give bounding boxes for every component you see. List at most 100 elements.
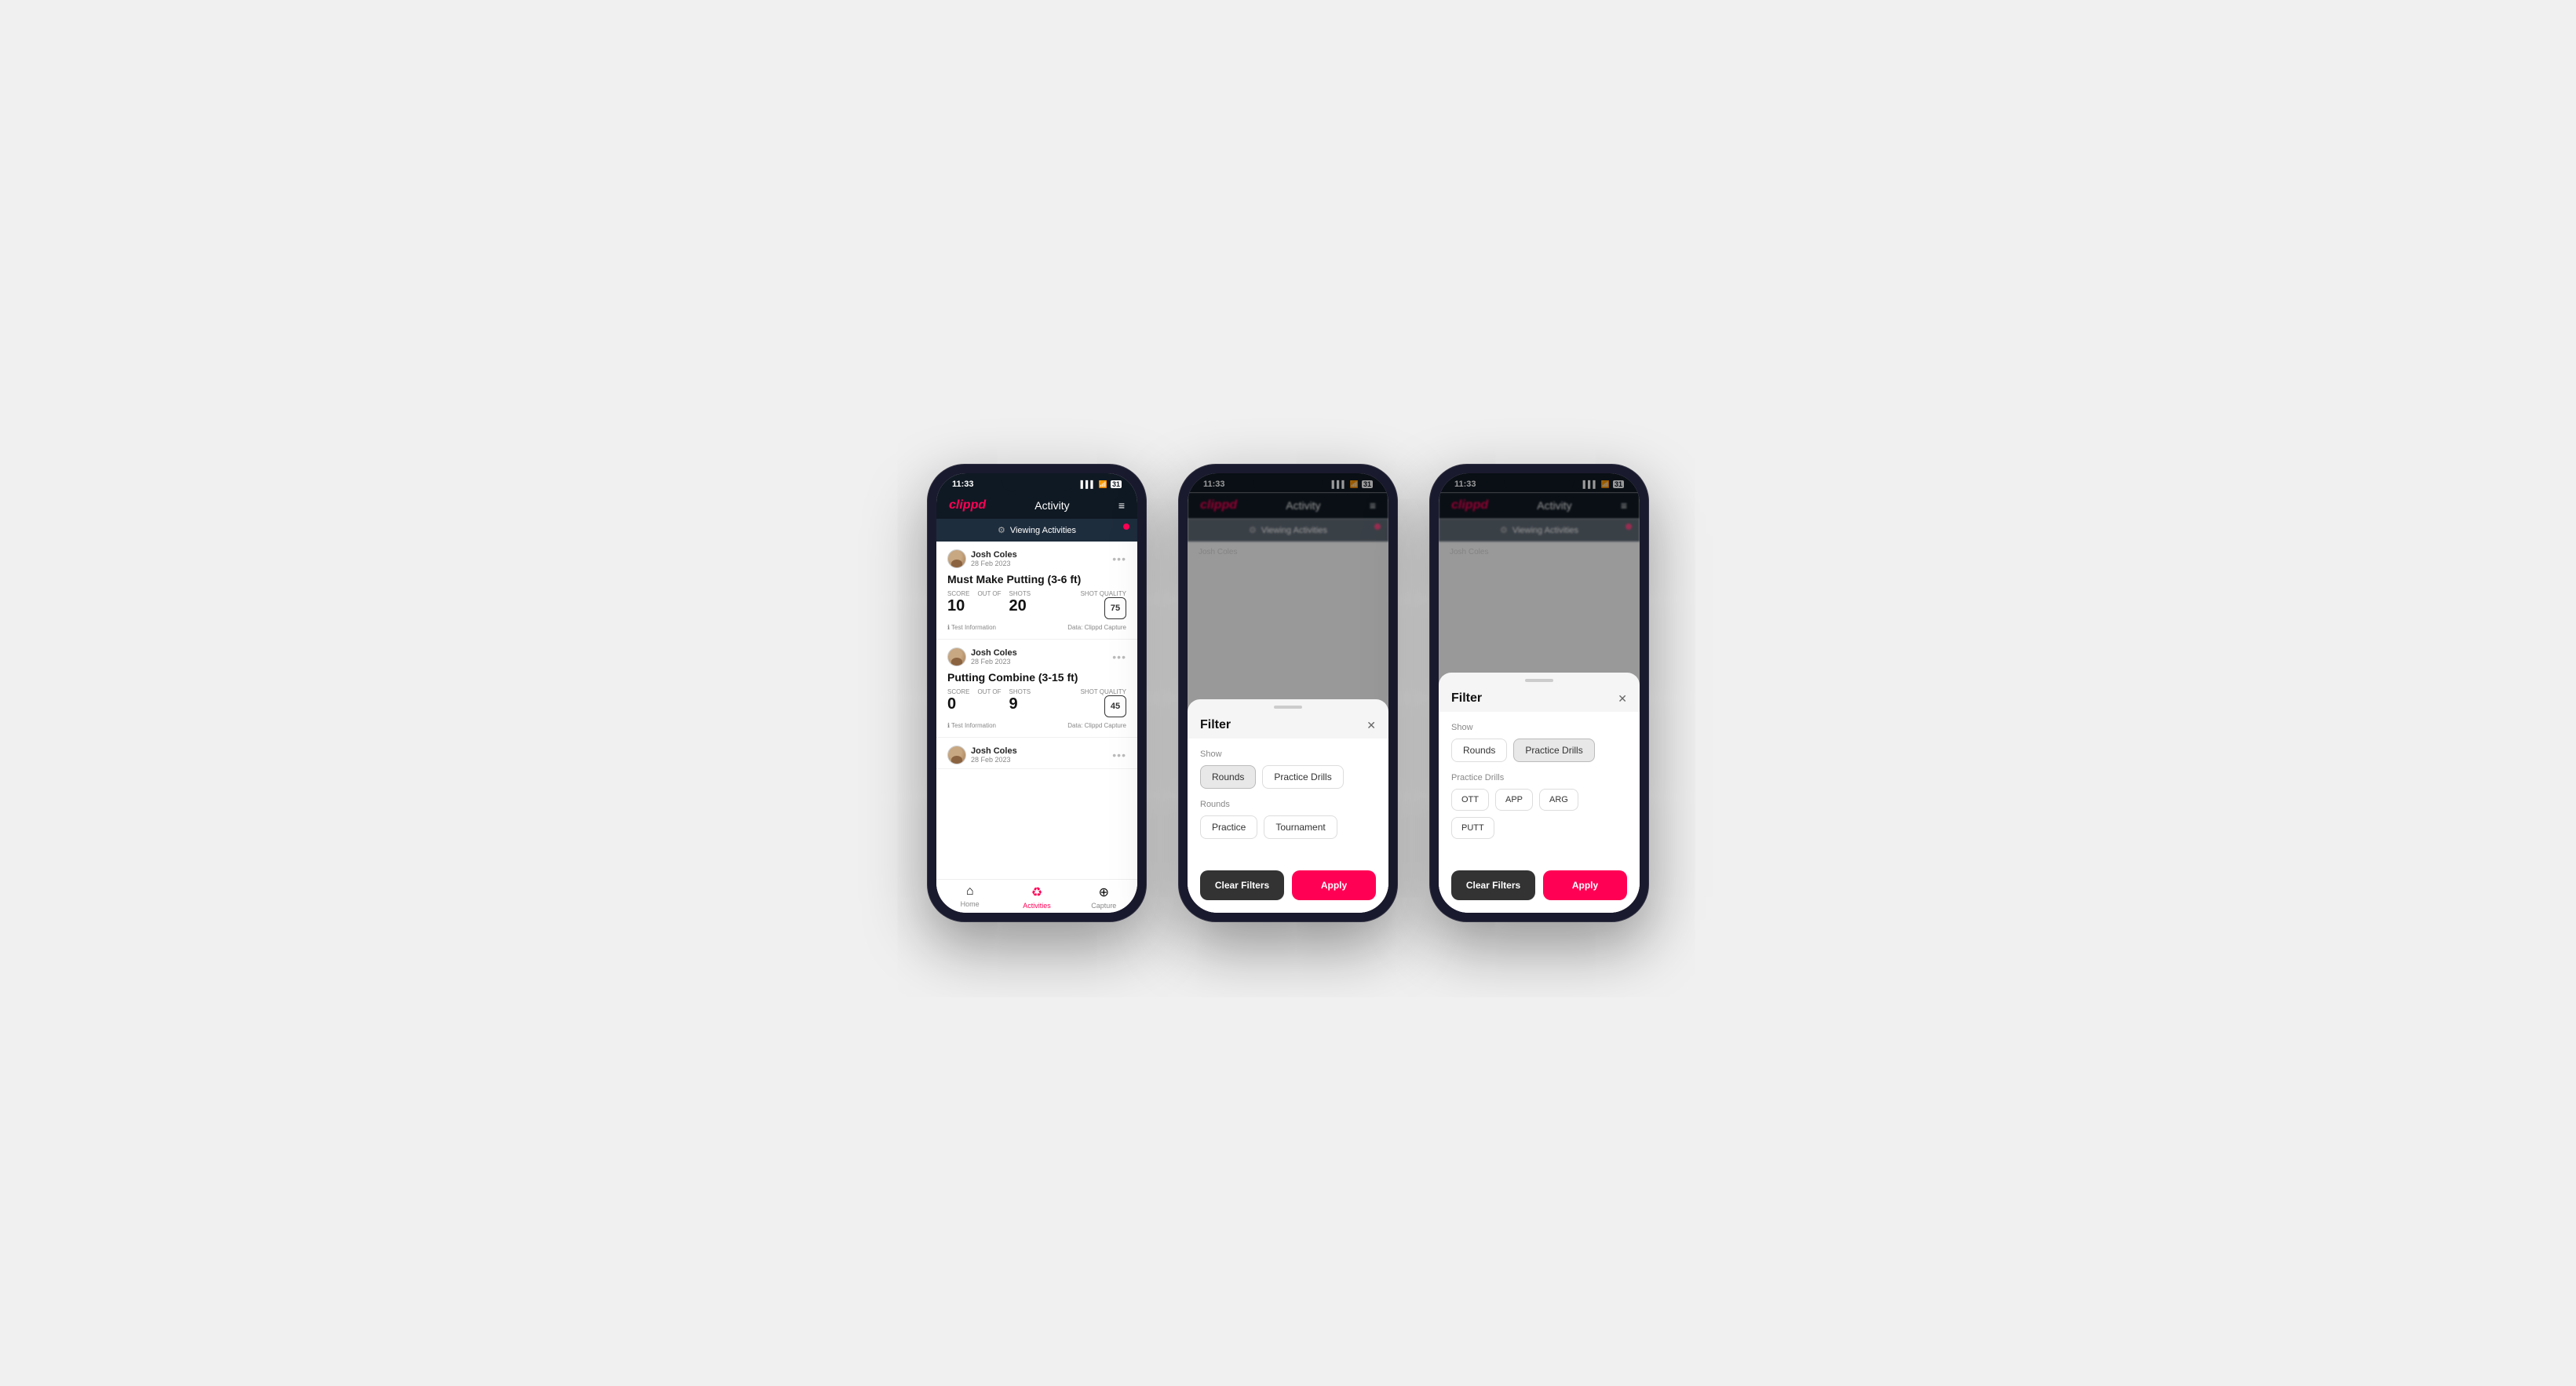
score-value-1: 10 bbox=[947, 597, 965, 615]
filter-title-3: Filter bbox=[1451, 691, 1482, 706]
viewing-bar-text-1: Viewing Activities bbox=[1010, 526, 1076, 535]
apply-btn-3[interactable]: Apply bbox=[1543, 870, 1627, 900]
sheet-header-2: Filter ✕ bbox=[1188, 712, 1388, 739]
score-label-2: Score bbox=[947, 688, 969, 695]
filter-sheet-2: Filter ✕ Show Rounds Practice Drills Rou… bbox=[1188, 699, 1388, 913]
quality-badge-1: 75 bbox=[1104, 597, 1126, 619]
data-label-1: Data: Clippd Capture bbox=[1067, 624, 1126, 631]
battery-icon: 31 bbox=[1111, 480, 1122, 488]
card-footer-1: ℹ Test Information Data: Clippd Capture bbox=[947, 624, 1126, 631]
status-bar-1: 11:33 ▌▌▌ 📶 31 bbox=[936, 473, 1137, 492]
quality-label-1: Shot Quality bbox=[1080, 590, 1126, 597]
activity-card-2: Josh Coles 28 Feb 2023 ••• Putting Combi… bbox=[936, 640, 1137, 738]
show-buttons-2: Rounds Practice Drills bbox=[1200, 765, 1376, 789]
shots-label-1: Shots bbox=[1009, 590, 1031, 597]
stats-row-1: Score 10 OUT OF Shots 20 Shot Quality 75 bbox=[947, 590, 1126, 619]
sheet-header-3: Filter ✕ bbox=[1439, 685, 1640, 712]
avatar-2 bbox=[947, 647, 966, 666]
activity-scroll-1[interactable]: Josh Coles 28 Feb 2023 ••• Must Make Put… bbox=[936, 542, 1137, 913]
user-name-2: Josh Coles bbox=[971, 648, 1017, 658]
user-name-3: Josh Coles bbox=[971, 746, 1017, 756]
quality-badge-2: 45 bbox=[1104, 695, 1126, 717]
round-buttons-2: Practice Tournament bbox=[1200, 815, 1376, 839]
close-filter-2[interactable]: ✕ bbox=[1366, 719, 1376, 732]
info-label-1: ℹ Test Information bbox=[947, 624, 996, 631]
app-btn-3[interactable]: APP bbox=[1495, 789, 1533, 811]
score-label-1: Score bbox=[947, 590, 969, 597]
user-date-2: 28 Feb 2023 bbox=[971, 658, 1017, 666]
wifi-icon: 📶 bbox=[1099, 480, 1107, 489]
home-icon: ⌂ bbox=[966, 884, 974, 899]
putt-btn-3[interactable]: PUTT bbox=[1451, 817, 1494, 839]
card-header-3: Josh Coles 28 Feb 2023 ••• bbox=[947, 746, 1126, 764]
show-drills-btn-2[interactable]: Practice Drills bbox=[1262, 765, 1343, 789]
sheet-handle-2 bbox=[1274, 706, 1302, 709]
more-dots-2[interactable]: ••• bbox=[1112, 651, 1126, 663]
app-header-1: clippd Activity ≡ bbox=[936, 492, 1137, 519]
apply-btn-2[interactable]: Apply bbox=[1292, 870, 1376, 900]
notch bbox=[1002, 473, 1072, 492]
card-title-1: Must Make Putting (3-6 ft) bbox=[947, 573, 1126, 585]
tab-activities-1[interactable]: ♻ Activities bbox=[1003, 884, 1070, 910]
time-1: 11:33 bbox=[952, 480, 974, 489]
capture-icon: ⊕ bbox=[1099, 884, 1109, 900]
shots-value-1: 20 bbox=[1009, 597, 1027, 615]
status-icons-1: ▌▌▌ 📶 31 bbox=[1081, 480, 1122, 489]
tab-capture-label-1: Capture bbox=[1091, 902, 1116, 910]
card-header-2: Josh Coles 28 Feb 2023 ••• bbox=[947, 647, 1126, 666]
user-info-2: Josh Coles 28 Feb 2023 bbox=[947, 647, 1017, 666]
card-footer-2: ℹ Test Information Data: Clippd Capture bbox=[947, 722, 1126, 729]
close-filter-3[interactable]: ✕ bbox=[1618, 692, 1627, 706]
filter-modal-3: Filter ✕ Show Rounds Practice Drills Pra… bbox=[1439, 473, 1640, 913]
show-label-2: Show bbox=[1200, 750, 1376, 759]
drill-buttons-3: OTT APP ARG PUTT bbox=[1451, 789, 1627, 839]
clear-filters-btn-3[interactable]: Clear Filters bbox=[1451, 870, 1535, 900]
user-info-3: Josh Coles 28 Feb 2023 bbox=[947, 746, 1017, 764]
tab-bar-1: ⌂ Home ♻ Activities ⊕ Capture bbox=[936, 879, 1137, 913]
phone-3: 11:33 ▌▌▌ 📶 31 clippd Activity ≡ ⚙ Viewi… bbox=[1429, 464, 1649, 922]
more-dots-3[interactable]: ••• bbox=[1112, 749, 1126, 761]
user-date-1: 28 Feb 2023 bbox=[971, 560, 1017, 567]
stats-row-2: Score 0 OUT OF Shots 9 Shot Quality 45 bbox=[947, 688, 1126, 717]
sheet-body-3: Show Rounds Practice Drills Practice Dri… bbox=[1439, 712, 1640, 861]
avatar-3 bbox=[947, 746, 966, 764]
menu-icon-1[interactable]: ≡ bbox=[1118, 499, 1125, 512]
filter-title-2: Filter bbox=[1200, 718, 1231, 732]
filter-modal-2: Filter ✕ Show Rounds Practice Drills Rou… bbox=[1188, 473, 1388, 913]
shots-label-2: Shots bbox=[1009, 688, 1031, 695]
activities-icon: ♻ bbox=[1031, 884, 1042, 900]
card-header-1: Josh Coles 28 Feb 2023 ••• bbox=[947, 549, 1126, 568]
tab-activities-label-1: Activities bbox=[1023, 902, 1051, 910]
header-title-1: Activity bbox=[1034, 499, 1069, 512]
tab-home-1[interactable]: ⌂ Home bbox=[936, 884, 1003, 910]
arg-btn-3[interactable]: ARG bbox=[1539, 789, 1578, 811]
rounds-label-2: Rounds bbox=[1200, 800, 1376, 809]
data-label-2: Data: Clippd Capture bbox=[1067, 722, 1126, 729]
phone-1: 11:33 ▌▌▌ 📶 31 clippd Activity ≡ ⚙ Viewi… bbox=[927, 464, 1147, 922]
practice-round-btn-2[interactable]: Practice bbox=[1200, 815, 1257, 839]
activity-card-3: Josh Coles 28 Feb 2023 ••• bbox=[936, 738, 1137, 769]
user-info-1: Josh Coles 28 Feb 2023 bbox=[947, 549, 1017, 568]
drills-label-3: Practice Drills bbox=[1451, 773, 1627, 782]
quality-label-2: Shot Quality bbox=[1080, 688, 1126, 695]
show-rounds-btn-2[interactable]: Rounds bbox=[1200, 765, 1256, 789]
card-title-2: Putting Combine (3-15 ft) bbox=[947, 671, 1126, 684]
shots-value-2: 9 bbox=[1009, 695, 1018, 713]
tab-capture-1[interactable]: ⊕ Capture bbox=[1071, 884, 1137, 910]
score-value-2: 0 bbox=[947, 695, 956, 713]
sheet-footer-3: Clear Filters Apply bbox=[1439, 861, 1640, 913]
clear-filters-btn-2[interactable]: Clear Filters bbox=[1200, 870, 1284, 900]
viewing-bar-1[interactable]: ⚙ Viewing Activities bbox=[936, 519, 1137, 542]
filter-sheet-3: Filter ✕ Show Rounds Practice Drills Pra… bbox=[1439, 673, 1640, 913]
user-date-3: 28 Feb 2023 bbox=[971, 756, 1017, 764]
show-label-3: Show bbox=[1451, 723, 1627, 732]
sheet-body-2: Show Rounds Practice Drills Rounds Pract… bbox=[1188, 739, 1388, 861]
ott-btn-3[interactable]: OTT bbox=[1451, 789, 1489, 811]
tournament-btn-2[interactable]: Tournament bbox=[1264, 815, 1337, 839]
more-dots-1[interactable]: ••• bbox=[1112, 553, 1126, 565]
show-rounds-btn-3[interactable]: Rounds bbox=[1451, 739, 1507, 762]
logo-1: clippd bbox=[949, 498, 986, 512]
notification-dot-1 bbox=[1123, 523, 1129, 530]
user-name-1: Josh Coles bbox=[971, 550, 1017, 560]
show-drills-btn-3[interactable]: Practice Drills bbox=[1513, 739, 1594, 762]
